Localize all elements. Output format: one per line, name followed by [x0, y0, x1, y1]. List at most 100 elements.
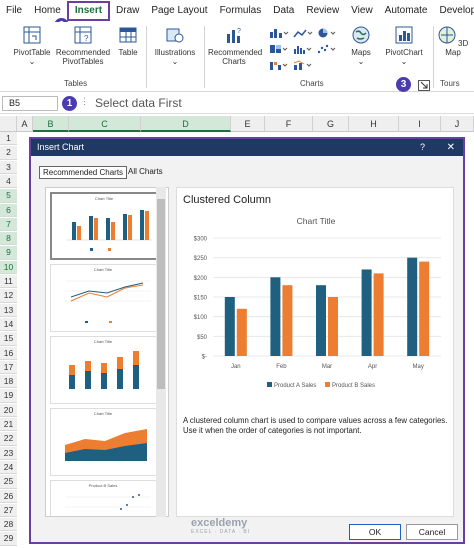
combo-chart-button[interactable] — [292, 60, 314, 72]
y-tick-label: $100 — [194, 315, 208, 321]
row-header[interactable]: 23 — [0, 446, 17, 460]
column-header-b[interactable]: B — [33, 116, 69, 132]
tab-all-charts[interactable]: All Charts — [125, 166, 166, 179]
column-header-g[interactable]: G — [313, 116, 349, 132]
row-header[interactable]: 2 — [0, 146, 17, 160]
column-chart-icon — [270, 29, 289, 38]
tab-draw[interactable]: Draw — [110, 1, 145, 21]
thumbnail-scatter[interactable]: Product B Sales — [50, 480, 158, 516]
recommended-charts-button[interactable]: ? Recommended Charts — [208, 26, 262, 66]
row-header[interactable]: 5 — [0, 189, 17, 203]
thumbnail-chart — [66, 210, 152, 251]
name-box[interactable]: B5 — [2, 96, 58, 111]
row-header[interactable]: 26 — [0, 489, 17, 503]
bar-product-b — [282, 285, 293, 356]
tab-data[interactable]: Data — [267, 1, 300, 21]
line-chart-button[interactable] — [292, 28, 314, 40]
close-button[interactable]: ✕ — [447, 139, 455, 156]
chart-thumbnails-list: Chart Title Chart Title Chart Title Char… — [45, 187, 169, 517]
y-tick-label: $300 — [194, 237, 208, 243]
waterfall-chart-button[interactable] — [268, 60, 290, 72]
column-header-h[interactable]: H — [349, 116, 399, 132]
hierarchy-chart-button[interactable] — [268, 44, 290, 56]
column-header-i[interactable]: I — [399, 116, 441, 132]
column-header-c[interactable]: C — [69, 116, 141, 132]
row-header[interactable]: 19 — [0, 389, 17, 403]
thumbnail-stacked-area[interactable]: Chart Title — [50, 408, 158, 476]
row-header[interactable]: 20 — [0, 403, 17, 418]
pie-chart-button[interactable] — [316, 28, 338, 40]
thumbnail-line[interactable]: Chart Title — [50, 264, 158, 332]
y-tick-label: $150 — [194, 296, 208, 302]
pivottable-label: PivotTable — [13, 48, 51, 57]
row-header[interactable]: 22 — [0, 432, 17, 446]
column-header-e[interactable]: E — [231, 116, 265, 132]
tab-developer[interactable]: Developer — [433, 1, 474, 21]
row-header[interactable]: 24 — [0, 460, 17, 475]
tab-review[interactable]: Review — [300, 1, 345, 21]
thumbnail-clustered-column[interactable]: Chart Title — [50, 192, 158, 260]
row-header[interactable]: 15 — [0, 332, 17, 346]
tab-formulas[interactable]: Formulas — [214, 1, 268, 21]
tab-automate[interactable]: Automate — [379, 1, 434, 21]
row-header[interactable]: 29 — [0, 532, 17, 546]
charts-dialog-launcher[interactable] — [418, 80, 430, 91]
row-header[interactable]: 6 — [0, 203, 17, 217]
row-header[interactable]: 16 — [0, 346, 17, 360]
column-header-d[interactable]: D — [141, 116, 231, 132]
row-header[interactable]: 21 — [0, 418, 17, 432]
tab-file[interactable]: File — [0, 1, 28, 21]
row-header[interactable]: 14 — [0, 317, 17, 332]
combo-chart-icon — [293, 60, 312, 70]
ribbon-separator — [433, 26, 434, 88]
row-header[interactable]: 28 — [0, 518, 17, 532]
thumbnails-scrollbar[interactable] — [156, 187, 166, 517]
column-header-f[interactable]: F — [265, 116, 313, 132]
y-tick-label: $250 — [194, 256, 208, 262]
column-header-a[interactable]: A — [17, 116, 33, 132]
tours-group-label: Tours — [440, 79, 460, 88]
row-header[interactable]: 10 — [0, 260, 17, 275]
tab-insert[interactable]: Insert — [66, 1, 111, 21]
column-chart-button[interactable] — [268, 28, 290, 40]
row-header[interactable]: 27 — [0, 503, 17, 518]
row-header[interactable]: 25 — [0, 475, 17, 489]
scatter-chart-button[interactable] — [316, 44, 338, 56]
tab-view[interactable]: View — [345, 1, 379, 21]
pivottable-button[interactable]: PivotTable ⌄ — [10, 26, 54, 66]
illustrations-button[interactable]: Illustrations ⌄ — [150, 26, 200, 66]
scrollbar-thumb[interactable] — [157, 199, 165, 389]
hierarchy-chart-icon — [270, 45, 288, 53]
tab-recommended-charts[interactable]: Recommended Charts — [39, 166, 128, 179]
statistic-chart-button[interactable] — [292, 44, 314, 56]
row-header[interactable]: 8 — [0, 232, 17, 246]
row-header[interactable]: 7 — [0, 217, 17, 232]
dialog-title: Insert Chart — [37, 142, 85, 152]
3d-map-icon — [438, 26, 456, 44]
row-header[interactable]: 3 — [0, 160, 17, 174]
row-header[interactable]: 9 — [0, 246, 17, 260]
chart-description: A clustered column chart is used to comp… — [183, 416, 448, 435]
row-header[interactable]: 17 — [0, 360, 17, 375]
tab-page-layout[interactable]: Page Layout — [145, 1, 213, 21]
row-header[interactable]: 12 — [0, 289, 17, 303]
row-header[interactable]: 11 — [0, 275, 17, 289]
help-button[interactable]: ? — [420, 139, 425, 156]
table-button[interactable]: Table — [114, 26, 142, 57]
row-header[interactable]: 18 — [0, 375, 17, 389]
cancel-button[interactable]: Cancel — [406, 524, 458, 540]
formula-input[interactable]: Select data First — [95, 96, 182, 110]
ok-button[interactable]: OK — [349, 524, 401, 540]
recommended-pivottables-button[interactable]: ? Recommended PivotTables — [54, 26, 112, 66]
pivotchart-button[interactable]: PivotChart ⌄ — [382, 26, 426, 66]
waterfall-chart-icon — [270, 62, 288, 70]
maps-button[interactable]: Maps ⌄ — [342, 26, 380, 66]
row-header[interactable]: 13 — [0, 303, 17, 317]
select-all-corner[interactable] — [0, 116, 17, 132]
thumbnail-stacked-column[interactable]: Chart Title — [50, 336, 158, 404]
column-header-j[interactable]: J — [441, 116, 474, 132]
row-header[interactable]: 4 — [0, 174, 17, 189]
thumbnail-chart — [65, 494, 151, 510]
row-header[interactable]: 1 — [0, 132, 17, 146]
3d-map-button[interactable]: 3D Map — [436, 26, 470, 57]
